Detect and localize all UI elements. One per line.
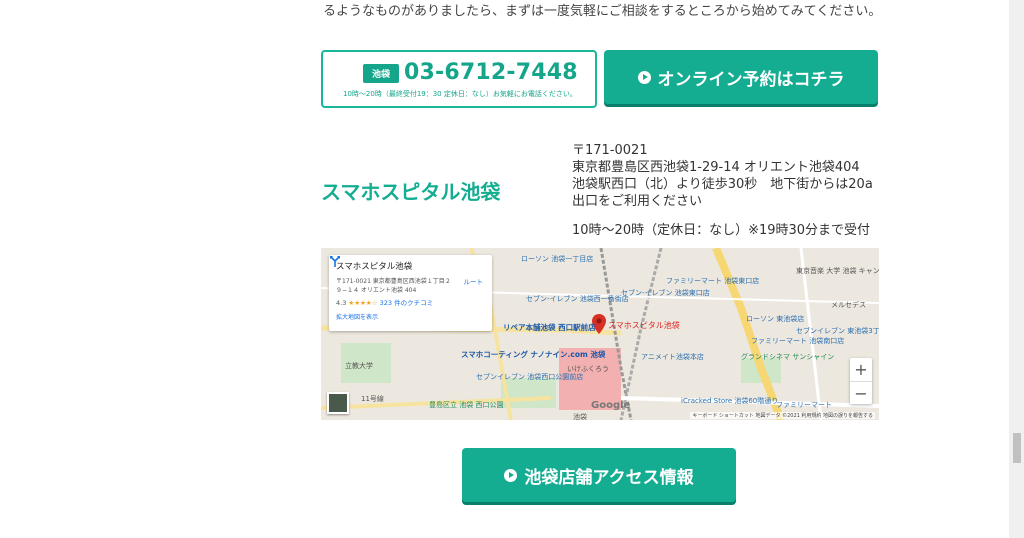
map-label-animate: アニメイト池袋本店 — [641, 353, 704, 361]
map-label-seven3: セブンイレブン 東池袋3丁目南店 — [796, 327, 879, 335]
review-count-link[interactable]: 323 件のクチコミ — [380, 299, 433, 307]
large-map-link[interactable]: 拡大地図を表示 — [336, 312, 485, 321]
business-hours: 10時〜20時（定休日：なし）※19時30分まで受付 — [572, 223, 871, 238]
phone-hours-note: 10時〜20時（最終受付19：30 定休日：なし）お気軽にお電話ください。 — [343, 90, 577, 98]
store-address: 〒171-0021 東京都豊島区西池袋1-29-14 オリエント池袋404 池袋… — [572, 142, 873, 210]
map-label-university: 東京音楽 大学 池袋 キャンパス — [796, 267, 879, 275]
online-reservation-button[interactable]: オンライン予約はコチラ — [604, 50, 878, 104]
embedded-map[interactable]: スマホスピタル池袋 ローソン 池袋一丁目店 ファミリーマート 池袋東口店 セブン… — [321, 248, 879, 420]
online-reservation-label: オンライン予約はコチラ — [657, 69, 845, 90]
map-pin-label: スマホスピタル池袋 — [608, 321, 680, 330]
phone-store-badge: 池袋 — [363, 64, 399, 83]
satellite-toggle-button[interactable] — [327, 392, 349, 414]
route-label[interactable]: ルート — [464, 276, 484, 286]
zoom-in-button[interactable]: + — [850, 358, 872, 381]
address-line-3: 出口をご利用ください — [572, 194, 703, 209]
phone-call-box[interactable]: 池袋 03-6712-7448 10時〜20時（最終受付19：30 定休日：なし… — [321, 50, 597, 108]
route-icon[interactable] — [329, 255, 341, 267]
rating-value: 4.3 — [336, 299, 347, 307]
map-label-seven1: セブン-イレブン 池袋西一番街店 — [526, 295, 629, 303]
map-label-coating: スマホコーティング ナノナイン.com 池袋 — [461, 350, 606, 359]
map-label-repair: リペア本舗池袋 西口駅前店 — [503, 323, 596, 332]
map-label-family2: ファミリーマート — [776, 401, 832, 409]
map-label-lawson1: ローソン 池袋一丁目店 — [521, 255, 594, 263]
map-label-icracked: iCracked Store 池袋60階通り — [681, 397, 779, 405]
map-info-card: スマホスピタル池袋 〒171-0021 東京都豊島区西池袋１丁目２９−１４ オリ… — [329, 255, 492, 331]
phone-number[interactable]: 03-6712-7448 — [404, 60, 578, 85]
map-label-mercedes: メルセデス — [831, 301, 866, 309]
rating-stars-icon: ★★★★☆ — [348, 299, 378, 307]
map-card-title: スマホスピタル池袋 — [336, 262, 413, 272]
intro-text: るようなものがありましたら、まずは一度気軽にご相談をするところから始めてみてくだ… — [323, 4, 882, 19]
map-label-rikkyo: 立教大学 — [345, 362, 373, 370]
map-label-ikebukuro: いけふくろう — [567, 365, 609, 373]
play-circle-icon — [504, 468, 518, 482]
map-attribution[interactable]: キーボード ショートカット 地図データ ©2021 利用規約 地図の誤りを報告す… — [690, 412, 875, 419]
map-zoom-control[interactable]: + − — [850, 358, 872, 404]
play-circle-icon — [637, 70, 651, 84]
store-access-button[interactable]: 池袋店舗アクセス情報 — [462, 448, 736, 502]
store-name-heading: スマホスピタル池袋 — [321, 180, 501, 204]
google-logo: Google — [591, 400, 631, 411]
scrollbar-thumb[interactable] — [1013, 433, 1021, 463]
map-label-toshima: 豊島区立 池袋 西口公園 — [429, 401, 504, 409]
map-label-lawson2: ローソン 東池袋店 — [746, 315, 805, 323]
zoom-out-button[interactable]: − — [850, 382, 872, 405]
map-label-niban: 11号線 — [361, 395, 384, 403]
store-access-label: 池袋店舗アクセス情報 — [524, 467, 694, 488]
map-label-grand: グランドシネマ サンシャイン — [741, 353, 835, 361]
postal-code: 〒171-0021 — [572, 143, 648, 158]
map-label-familymart1: ファミリーマート 池袋東口店 — [666, 277, 760, 285]
address-line-1: 東京都豊島区西池袋1-29-14 オリエント池袋404 — [572, 160, 860, 175]
address-line-2: 池袋駅西口（北）より徒歩30秒 地下街からは20a — [572, 177, 873, 192]
map-card-rating: 4.3 ★★★★☆ 323 件のクチコミ — [336, 297, 485, 307]
page-scrollbar[interactable] — [1009, 0, 1024, 538]
map-label-ikebukuro-station: 池袋 — [573, 413, 587, 420]
map-label-seven2: セブン-イレブン 池袋東口店 — [621, 289, 710, 297]
map-label-family3: ファミリーマート 池袋南口店 — [751, 337, 845, 345]
map-card-address: 〒171-0021 東京都豊島区西池袋１丁目２９−１４ オリエント池袋 404 — [336, 278, 451, 294]
